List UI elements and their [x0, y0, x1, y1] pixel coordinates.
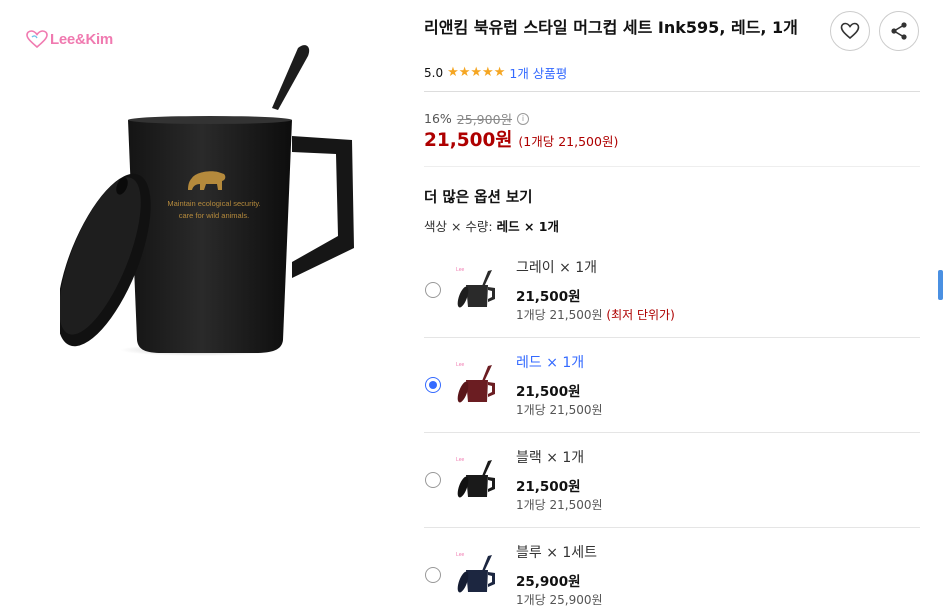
share-button[interactable] [879, 11, 919, 51]
option-thumbnail: Lee [456, 267, 495, 308]
option-name: 블루 × 1세트 [516, 545, 598, 561]
sale-price-row: 21,500원 (1개당 21,500원) [424, 126, 618, 152]
option-item-gray[interactable]: Lee 그레이 × 1개 21,500원 1개당 21,500원 (최저 단위가… [424, 243, 920, 338]
favorite-button[interactable] [830, 11, 870, 51]
review-count-link[interactable]: 1개 상품평 [509, 63, 567, 82]
discount-rate: 16% [424, 111, 452, 126]
rating-score: 5.0 [424, 65, 444, 80]
lowest-unit-price-badge: (최저 단위가) [606, 308, 675, 322]
selection-label: 색상 × 수량: [424, 219, 493, 234]
option-radio[interactable] [425, 282, 441, 298]
svg-text:Lee: Lee [456, 267, 465, 273]
option-name: 그레이 × 1개 [516, 260, 598, 276]
option-thumbnail: Lee [456, 362, 495, 403]
unit-price: (1개당 21,500원) [518, 134, 619, 149]
current-selection: 색상 × 수량: 레드 × 1개 [424, 216, 559, 235]
rating-row: 5.0 ★★★★★ 1개 상품평 [424, 63, 567, 82]
selection-value: 레드 × 1개 [496, 219, 559, 234]
more-options-heading: 더 많은 옵션 보기 [424, 190, 533, 206]
option-price: 21,500원 [516, 479, 581, 495]
option-price: 25,900원 [516, 574, 581, 590]
option-item-red[interactable]: Lee 레드 × 1개 21,500원 1개당 21,500원 [424, 338, 920, 433]
option-item-blue[interactable]: Lee 블루 × 1세트 25,900원 1개당 25,900원 [424, 528, 920, 606]
option-unit-price: 1개당 21,500원 [516, 403, 603, 417]
option-thumbnail: Lee [456, 457, 495, 498]
divider [424, 166, 920, 167]
mug-product-image[interactable]: Maintain ecological security. care for w… [60, 38, 380, 368]
option-unit-price: 1개당 21,500원 [516, 498, 603, 512]
heart-icon [840, 22, 860, 40]
option-radio[interactable] [425, 567, 441, 583]
product-image-area: Lee&Kim Maintain ecological security. ca… [0, 0, 410, 606]
option-radio-selected[interactable] [425, 377, 441, 393]
product-title: 리앤킴 북유럽 스타일 머그컵 세트 Ink595, 레드, 1개 [424, 18, 798, 37]
product-info-panel: 리앤킴 북유럽 스타일 머그컵 세트 Ink595, 레드, 1개 5.0 ★★… [424, 0, 920, 606]
option-thumbnail: Lee [456, 552, 495, 593]
option-name: 블랙 × 1개 [516, 450, 585, 466]
mug-print-line1: Maintain ecological security. [167, 199, 260, 208]
option-radio[interactable] [425, 472, 441, 488]
option-unit-price: 1개당 25,900원 [516, 593, 603, 606]
scroll-indicator[interactable] [938, 270, 943, 300]
sale-price: 21,500원 [424, 130, 513, 151]
star-rating-icon: ★★★★★ [447, 65, 506, 80]
svg-text:Lee: Lee [456, 457, 465, 463]
option-unit-price: 1개당 21,500원 (최저 단위가) [516, 308, 675, 322]
option-price: 21,500원 [516, 289, 581, 305]
mug-print-line2: care for wild animals. [179, 211, 249, 220]
heart-logo-icon [26, 30, 48, 48]
option-price: 21,500원 [516, 384, 581, 400]
option-item-black[interactable]: Lee 블랙 × 1개 21,500원 1개당 21,500원 [424, 433, 920, 528]
share-icon [891, 22, 907, 40]
svg-text:Lee: Lee [456, 362, 465, 368]
info-icon[interactable]: i [517, 112, 530, 125]
svg-text:Lee: Lee [456, 552, 465, 558]
option-name: 레드 × 1개 [516, 355, 585, 371]
divider [424, 91, 920, 92]
